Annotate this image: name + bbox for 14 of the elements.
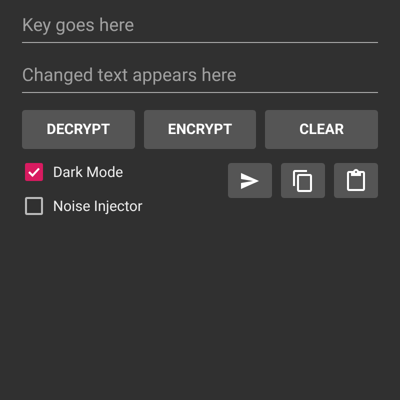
action-button[interactable]: DECRYPT — [22, 110, 135, 149]
icon-button[interactable] — [228, 163, 272, 198]
input-field[interactable]: Changed text appears here — [22, 63, 378, 93]
action-button[interactable]: ENCRYPT — [144, 110, 256, 149]
checkbox[interactable] — [25, 197, 43, 215]
copy-icon — [291, 168, 315, 192]
checkbox-label: Noise Injector — [53, 198, 142, 214]
input-field[interactable]: Key goes here — [22, 13, 378, 43]
icon-button[interactable] — [334, 163, 378, 198]
checkbox[interactable] — [25, 163, 43, 181]
checkbox-label: Dark Mode — [53, 164, 124, 180]
icon-button[interactable] — [281, 163, 325, 198]
action-button[interactable]: CLEAR — [265, 110, 378, 149]
clipboard-icon — [344, 168, 368, 192]
